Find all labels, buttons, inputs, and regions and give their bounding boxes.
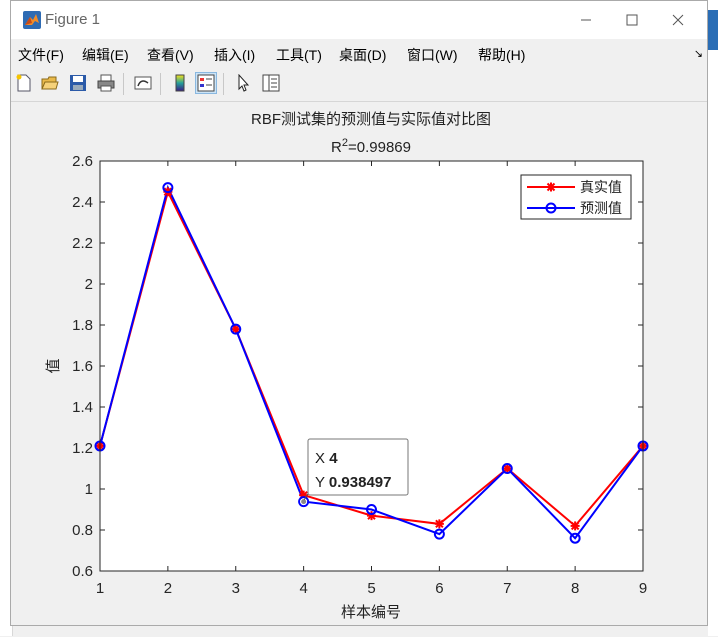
y-axis-label: 值 [45,358,62,373]
legend-marker-actual [546,182,556,192]
data-point-actual [570,521,580,531]
y-tick-label: 2.2 [72,235,93,252]
legend-asterisk-icon [546,182,556,192]
legend[interactable]: 真实值 预测值 [520,174,632,220]
chart[interactable]: RBF测试集的预测值与实际值对比图 R2=0.99869 1 2 3 4 5 6 7 8 9 0.… [1,1,718,637]
legend-label-predicted: 预测值 [580,201,622,217]
datatip[interactable]: X 4 Y 0.938497 [303,438,409,501]
x-tick-label: 9 [639,580,647,597]
y-tick-label: 1.8 [72,317,93,334]
x-tick-label: 4 [299,580,307,597]
datatip-y: Y 0.938497 [315,474,391,491]
y-tick-label: 2 [85,276,93,293]
y-tick-label: 2.6 [72,153,93,170]
y-tick-label: 0.8 [72,522,93,539]
x-tick-label: 5 [367,580,375,597]
data-point-actual [434,519,444,529]
figure-window: Figure 1 文件(F) 编辑(E) 查看(V) 插入(I) 工具(T) 桌… [10,0,708,626]
x-tick-label: 2 [164,580,172,597]
x-tick-label: 7 [503,580,511,597]
y-tick-label: 1.4 [72,399,93,416]
legend-label-actual: 真实值 [580,180,622,196]
x-tick-label: 3 [232,580,240,597]
y-tick-label: 2.4 [72,194,93,211]
datatip-marker [300,498,308,506]
datatip-x: X 4 [315,450,338,467]
x-axis-label: 样本编号 [341,604,401,621]
x-tick-label: 8 [571,580,579,597]
chart-subtitle: R2=0.99869 [331,137,411,156]
y-tick-label: 1 [85,481,93,498]
figure-canvas[interactable]: RBF测试集的预测值与实际值对比图 R2=0.99869 1 2 3 4 5 6 7 8 9 0.… [11,102,707,625]
x-tick-label: 6 [435,580,443,597]
chart-title: RBF测试集的预测值与实际值对比图 [251,111,491,128]
y-tick-label: 1.6 [72,358,93,375]
x-tick-label: 1 [96,580,104,597]
y-tick-label: 1.2 [72,440,93,457]
y-tick-label: 0.6 [72,563,93,580]
